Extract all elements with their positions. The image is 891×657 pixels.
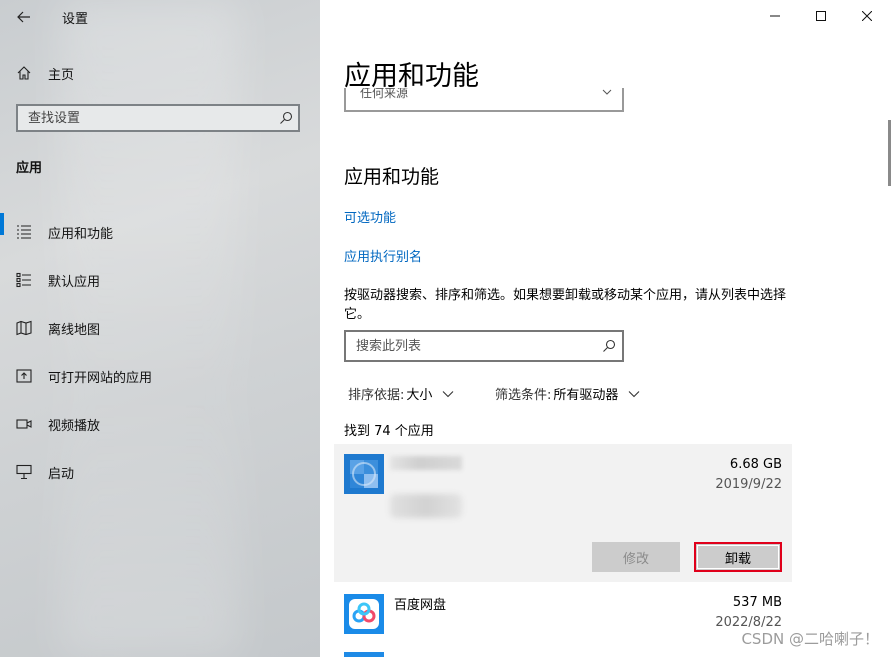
sidebar-item-label: 视频播放 (48, 418, 101, 434)
sidebar-item-label: 默认应用 (48, 274, 101, 290)
sidebar-item-label: 可打开网站的应用 (48, 370, 153, 386)
sidebar-item-default-apps[interactable]: 默认应用 (0, 256, 320, 304)
uninstall-button[interactable]: 卸载 (694, 542, 782, 572)
sidebar-item-startup[interactable]: 启动 (0, 448, 320, 496)
sidebar-item-offline-maps[interactable]: 离线地图 (0, 304, 320, 352)
watermark: CSDN @二哈喇子！ (741, 630, 879, 648)
description-text: 按驱动器搜索、排序和筛选。如果想要卸载或移动某个应用，请从列表中选择它。 (344, 288, 787, 322)
startup-icon (16, 464, 34, 480)
home-icon (16, 65, 36, 81)
sort-value: 大小 (406, 388, 433, 403)
app-list-item[interactable]: 百度网盘 537 MB 2022/8/22 (334, 586, 792, 646)
source-dropdown-value: 任何来源 (360, 88, 409, 100)
app-size: 6.68 GB (729, 457, 782, 472)
sidebar-item-label: 离线地图 (48, 322, 101, 338)
sidebar-item-label: 启动 (48, 466, 75, 482)
sidebar-item-apps-for-websites[interactable]: 可打开网站的应用 (0, 352, 320, 400)
app-name-redacted (390, 456, 462, 470)
search-icon[interactable] (274, 111, 298, 125)
filter-dropdown[interactable]: 筛选条件: 所有驱动器 (495, 384, 640, 403)
minimize-icon (770, 15, 780, 17)
app-publisher-redacted (390, 494, 462, 518)
chevron-down-icon (442, 390, 454, 398)
app-icon (344, 454, 384, 494)
search-icon[interactable] (596, 339, 622, 353)
back-button[interactable] (12, 5, 36, 29)
section-label: 应用 (16, 161, 43, 176)
maximize-button[interactable] (798, 0, 844, 32)
sidebar-item-label: 应用和功能 (48, 226, 114, 242)
filter-label: 筛选条件: (495, 388, 552, 403)
offline-maps-icon (16, 320, 34, 336)
apps-for-websites-icon (16, 368, 34, 384)
sidebar-item-video-playback[interactable]: 视频播放 (0, 400, 320, 448)
default-apps-icon (16, 272, 34, 288)
main-content: 应用和功能 任何来源 应用和功能 可选功能 应用执行别名 按驱动器搜索、排序和筛… (320, 0, 891, 657)
selected-indicator (0, 213, 4, 235)
list-search-box[interactable] (344, 330, 624, 362)
app-date: 2019/9/22 (715, 477, 782, 492)
close-button[interactable] (844, 0, 890, 32)
app-size: 537 MB (732, 595, 782, 610)
section-heading: 应用和功能 (344, 166, 440, 188)
maximize-icon (816, 11, 826, 21)
settings-search-box[interactable] (16, 104, 300, 132)
sidebar-header: 设置 (0, 0, 320, 34)
sort-label: 排序依据: (348, 388, 405, 403)
video-playback-icon (16, 416, 34, 432)
modify-button[interactable]: 修改 (592, 542, 680, 572)
sidebar: 设置 主页 应用 应用和功能 默认应用 (0, 0, 320, 657)
app-count: 找到 74 个应用 (344, 424, 434, 439)
home-nav-item[interactable]: 主页 (0, 57, 320, 89)
app-icon-partial (344, 652, 384, 657)
source-dropdown[interactable]: 任何来源 (344, 88, 624, 112)
app-execution-aliases-link[interactable]: 应用执行别名 (344, 246, 422, 265)
chevron-down-icon (602, 89, 612, 95)
close-icon (862, 11, 872, 21)
app-title: 设置 (62, 12, 89, 27)
list-search-input[interactable] (346, 337, 596, 355)
app-list-item-selected[interactable]: 6.68 GB 2019/9/22 修改 卸载 (334, 444, 792, 582)
baidu-netdisk-icon (344, 594, 384, 634)
apps-features-icon (16, 224, 34, 240)
settings-search-input[interactable] (18, 109, 274, 127)
back-arrow-icon (17, 11, 30, 23)
optional-features-link[interactable]: 可选功能 (344, 207, 396, 226)
sidebar-item-apps-features[interactable]: 应用和功能 (0, 208, 320, 256)
sort-dropdown[interactable]: 排序依据: 大小 (348, 384, 454, 403)
chevron-down-icon (628, 390, 640, 398)
app-name: 百度网盘 (394, 598, 447, 613)
sidebar-nav: 应用和功能 默认应用 离线地图 可打开网站的应用 视频播放 启动 (0, 208, 320, 496)
home-label: 主页 (48, 67, 75, 83)
minimize-button[interactable] (752, 0, 798, 32)
filter-value: 所有驱动器 (553, 388, 619, 403)
